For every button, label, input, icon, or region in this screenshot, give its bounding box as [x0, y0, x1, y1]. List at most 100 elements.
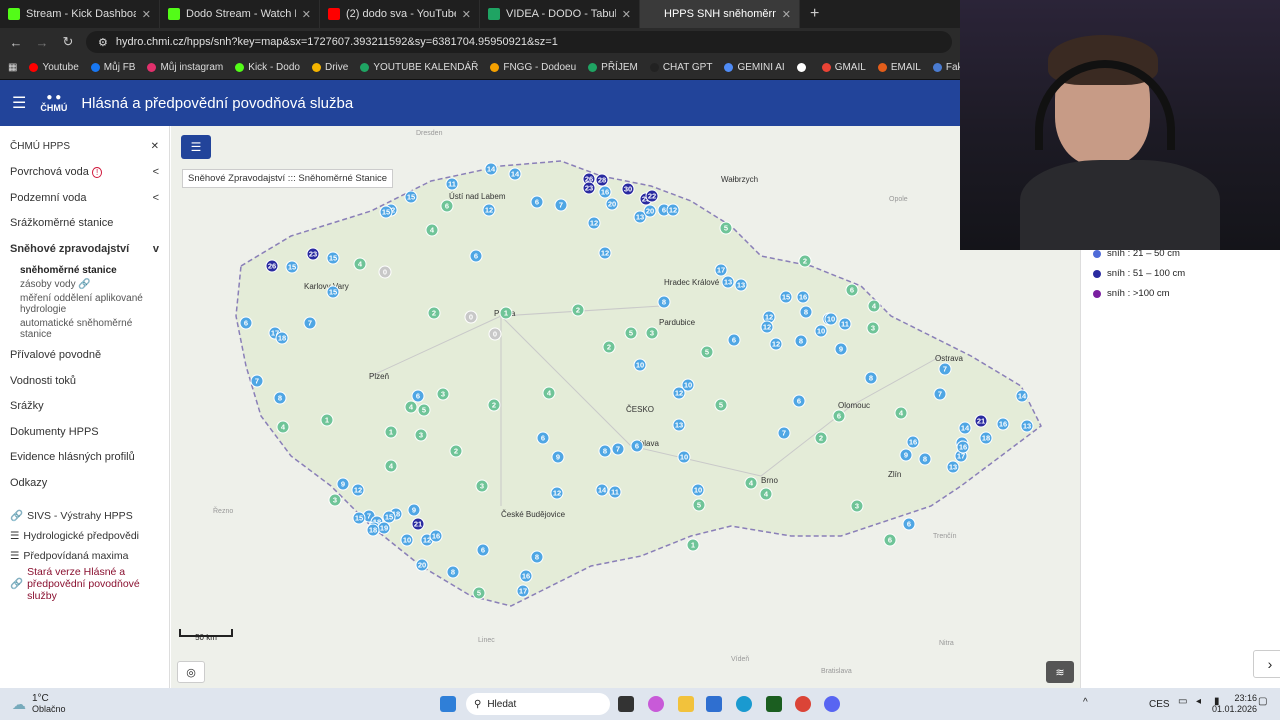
- station-marker[interactable]: 3: [328, 493, 342, 507]
- station-marker[interactable]: 4: [404, 400, 418, 414]
- station-marker[interactable]: 12: [760, 320, 774, 334]
- station-marker[interactable]: 6: [630, 439, 644, 453]
- station-marker[interactable]: 1: [499, 306, 513, 320]
- station-marker[interactable]: 6: [239, 316, 253, 330]
- volume-icon[interactable]: ◂: [1196, 696, 1201, 707]
- station-marker[interactable]: 10: [677, 450, 691, 464]
- station-marker[interactable]: 23: [306, 247, 320, 261]
- station-marker[interactable]: 13: [1020, 419, 1034, 433]
- station-marker[interactable]: 16: [519, 569, 533, 583]
- station-marker[interactable]: 10: [633, 358, 647, 372]
- bookmark-11[interactable]: GMAIL: [821, 62, 866, 73]
- station-marker[interactable]: 9: [899, 448, 913, 462]
- tab-google-sheets[interactable]: VIDEA - DODO - Tabulky Googl✕: [480, 0, 640, 28]
- station-marker[interactable]: 16: [796, 290, 810, 304]
- station-marker[interactable]: 6: [902, 517, 916, 531]
- station-marker[interactable]: 4: [542, 386, 556, 400]
- station-marker[interactable]: 13: [946, 460, 960, 474]
- station-marker[interactable]: 8: [273, 391, 287, 405]
- station-marker[interactable]: 18: [979, 431, 993, 445]
- station-marker[interactable]: 9: [551, 450, 565, 464]
- close-tab-icon[interactable]: ✕: [782, 8, 791, 21]
- station-marker[interactable]: 4: [759, 487, 773, 501]
- station-marker[interactable]: 2: [571, 303, 585, 317]
- close-tab-icon[interactable]: ✕: [622, 8, 631, 21]
- station-marker[interactable]: 2: [487, 398, 501, 412]
- menu-icon[interactable]: ☰: [12, 93, 26, 113]
- link-hydro-predpovedi[interactable]: ☰ Hydrologické předpovědi: [10, 526, 159, 546]
- station-marker[interactable]: 14: [958, 421, 972, 435]
- station-marker[interactable]: 4: [384, 459, 398, 473]
- station-marker[interactable]: 12: [666, 203, 680, 217]
- station-marker[interactable]: 7: [554, 198, 568, 212]
- station-marker[interactable]: 8: [657, 295, 671, 309]
- station-marker[interactable]: 5: [417, 403, 431, 417]
- station-marker[interactable]: 16: [996, 417, 1010, 431]
- station-marker[interactable]: 21: [411, 517, 425, 531]
- apps-grid-icon[interactable]: ▦: [8, 62, 17, 73]
- station-marker[interactable]: 5: [692, 498, 706, 512]
- file-explorer-icon[interactable]: [678, 696, 694, 712]
- tab-dodo-stream[interactable]: Dodo Stream - Watch Live on K✕: [160, 0, 320, 28]
- station-marker[interactable]: 2: [798, 254, 812, 268]
- station-marker[interactable]: 1: [686, 538, 700, 552]
- close-tab-icon[interactable]: ✕: [142, 8, 151, 21]
- station-marker[interactable]: 15: [326, 251, 340, 265]
- station-marker[interactable]: 26: [265, 259, 279, 273]
- station-marker[interactable]: 2: [814, 431, 828, 445]
- station-marker[interactable]: 0: [488, 327, 502, 341]
- station-marker[interactable]: 1: [384, 425, 398, 439]
- tab-hpps-snh[interactable]: HPPS SNH sněhoměrné stanice✕: [640, 0, 800, 28]
- station-marker[interactable]: 8: [864, 371, 878, 385]
- station-marker[interactable]: 9: [834, 342, 848, 356]
- station-marker[interactable]: 13: [672, 418, 686, 432]
- station-marker[interactable]: 2: [427, 306, 441, 320]
- station-marker[interactable]: 10: [814, 324, 828, 338]
- station-marker[interactable]: 17: [516, 584, 530, 598]
- sidebar-item-srazkomerne[interactable]: Srážkoměrné stanice: [10, 211, 159, 237]
- station-marker[interactable]: 16: [598, 185, 612, 199]
- station-marker[interactable]: 3: [866, 321, 880, 335]
- subitem-snehomerne[interactable]: sněhoměrné stanice: [10, 265, 159, 276]
- station-marker[interactable]: 15: [285, 260, 299, 274]
- sidebar-item-privalove[interactable]: Přívalové povodně: [10, 343, 159, 369]
- station-marker[interactable]: 20: [643, 204, 657, 218]
- station-marker[interactable]: 6: [727, 333, 741, 347]
- tab-youtube[interactable]: (2) dodo sva - YouTube ✕: [320, 0, 480, 28]
- subitem-automaticke[interactable]: automatické sněhoměrné stanice: [10, 318, 159, 340]
- sidebar-item-podzemni-voda[interactable]: Podzemní voda <: [10, 185, 159, 211]
- station-marker[interactable]: 17: [714, 263, 728, 277]
- station-marker[interactable]: 3: [475, 479, 489, 493]
- sidebar-item-odkazy[interactable]: Odkazy: [10, 470, 159, 496]
- new-tab-button[interactable]: +: [800, 5, 829, 23]
- forward-icon[interactable]: →: [34, 35, 50, 50]
- link-maxima[interactable]: ☰ Předpovídaná maxima: [10, 546, 159, 566]
- mail-icon[interactable]: [706, 696, 722, 712]
- bookmark-1[interactable]: Můj FB: [90, 62, 135, 73]
- station-marker[interactable]: 7: [933, 387, 947, 401]
- bookmark-10[interactable]: [796, 63, 810, 72]
- task-view-icon[interactable]: [618, 696, 634, 712]
- station-marker[interactable]: 6: [476, 543, 490, 557]
- sidebar-item-dokumenty[interactable]: Dokumenty HPPS: [10, 419, 159, 445]
- clock[interactable]: 23:16 01.01.2026: [1212, 693, 1257, 715]
- station-marker[interactable]: 7: [777, 426, 791, 440]
- bookmark-4[interactable]: Drive: [311, 62, 348, 73]
- station-marker[interactable]: 6: [530, 195, 544, 209]
- taskbar-search[interactable]: ⚲ Hledat: [466, 693, 610, 715]
- station-marker[interactable]: 30: [621, 182, 635, 196]
- station-marker[interactable]: 15: [326, 285, 340, 299]
- station-marker[interactable]: 14: [484, 162, 498, 176]
- back-icon[interactable]: ←: [8, 35, 24, 50]
- sidebar-item-vodnosti[interactable]: Vodnosti toků: [10, 368, 159, 394]
- station-marker[interactable]: 4: [276, 420, 290, 434]
- station-marker[interactable]: 10: [824, 312, 838, 326]
- station-marker[interactable]: 11: [838, 317, 852, 331]
- station-marker[interactable]: 8: [799, 305, 813, 319]
- station-marker[interactable]: 21: [974, 414, 988, 428]
- station-marker[interactable]: 7: [938, 362, 952, 376]
- station-marker[interactable]: 18: [275, 331, 289, 345]
- station-marker[interactable]: 14: [508, 167, 522, 181]
- station-marker[interactable]: 4: [744, 476, 758, 490]
- next-arrow-button[interactable]: ›: [1253, 650, 1280, 678]
